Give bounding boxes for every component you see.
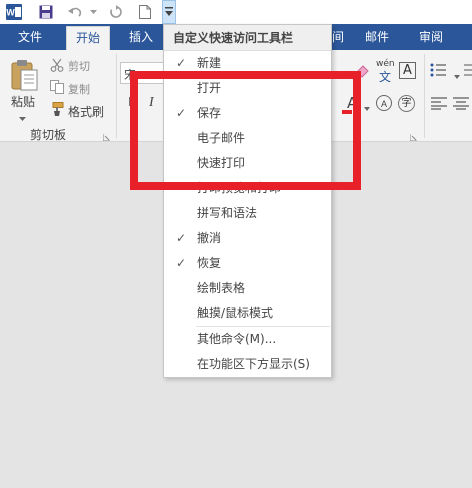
svg-text:A: A: [381, 99, 387, 109]
clipboard-paste-icon[interactable]: [10, 58, 38, 92]
menu-item-label: 拼写和语法: [197, 206, 258, 220]
char-border-button[interactable]: A: [399, 62, 416, 79]
menu-item-label: 绘制表格: [197, 281, 246, 295]
checkmark-icon: ✓: [175, 256, 187, 270]
bullets-dropdown-icon[interactable]: [454, 68, 460, 82]
menu-item-draw-table[interactable]: 绘制表格: [165, 276, 331, 301]
font-color-bar-indicator: [342, 110, 352, 114]
customize-dropdown-icon[interactable]: [162, 0, 176, 24]
undo-dropdown-icon[interactable]: [88, 2, 98, 22]
menu-item-undo[interactable]: ✓ 撤消: [165, 226, 331, 251]
bullets-icon[interactable]: [430, 62, 450, 78]
copy-icon: [50, 80, 64, 94]
menu-item-label: 在功能区下方显示(S): [197, 357, 310, 371]
menu-title: 自定义快速访问工具栏: [164, 25, 331, 51]
undo-icon[interactable]: [65, 2, 85, 22]
copy-button[interactable]: 复制: [68, 81, 90, 97]
quick-access-toolbar: W: [0, 0, 472, 24]
menu-item-spelling[interactable]: 拼写和语法: [165, 201, 331, 226]
menu-item-label: 触摸/鼠标模式: [197, 306, 274, 320]
numbering-icon[interactable]: [464, 62, 472, 78]
font-dialog-launcher-icon[interactable]: [409, 130, 417, 144]
group-divider: [424, 54, 425, 138]
menu-item-touch-mode[interactable]: 触摸/鼠标模式: [165, 301, 331, 326]
format-painter-icon: [50, 102, 64, 116]
format-painter-button[interactable]: 格式刷: [68, 103, 104, 120]
align-left-icon[interactable]: [431, 96, 447, 110]
tab-file[interactable]: 文件: [0, 24, 60, 50]
menu-item-redo[interactable]: ✓ 恢复: [165, 251, 331, 276]
group-divider: [116, 54, 117, 138]
tab-insert[interactable]: 插入: [120, 24, 162, 50]
word-logo-icon: W: [4, 2, 24, 22]
menu-item-label: 恢复: [197, 256, 222, 270]
tab-review[interactable]: 审阅: [410, 24, 452, 50]
menu-item-show-below-ribbon[interactable]: 在功能区下方显示(S): [165, 352, 331, 377]
tab-partial[interactable]: 间: [332, 24, 344, 50]
menu-item-label: 撤消: [197, 231, 222, 245]
align-center-icon[interactable]: [453, 96, 469, 110]
paste-dropdown-icon[interactable]: [19, 110, 26, 124]
svg-text:W: W: [6, 8, 15, 18]
enclose-char-button[interactable]: 字: [398, 95, 415, 112]
cut-button[interactable]: 剪切: [68, 58, 90, 74]
menu-item-label: 其他命令(M)...: [197, 332, 277, 346]
tab-home[interactable]: 开始: [66, 26, 110, 50]
scissors-icon: [50, 58, 64, 72]
new-document-icon[interactable]: [136, 2, 154, 22]
clipboard-dialog-launcher-icon[interactable]: [102, 130, 110, 144]
checkmark-icon: ✓: [175, 231, 187, 245]
font-color-dropdown-icon[interactable]: [364, 100, 370, 114]
redo-icon[interactable]: [106, 2, 126, 22]
aa-case-icon[interactable]: A: [376, 95, 392, 111]
phonetic-bottom: 文: [379, 70, 392, 84]
tab-mailings[interactable]: 邮件: [356, 24, 398, 50]
clipboard-group-label: 剪切板: [30, 128, 67, 142]
red-highlight-box: [130, 71, 361, 190]
save-icon[interactable]: [36, 2, 56, 22]
phonetic-guide-button[interactable]: wén 文: [376, 59, 396, 84]
menu-item-more-commands[interactable]: 其他命令(M)...: [165, 327, 331, 352]
paste-button[interactable]: 粘贴: [11, 93, 35, 110]
